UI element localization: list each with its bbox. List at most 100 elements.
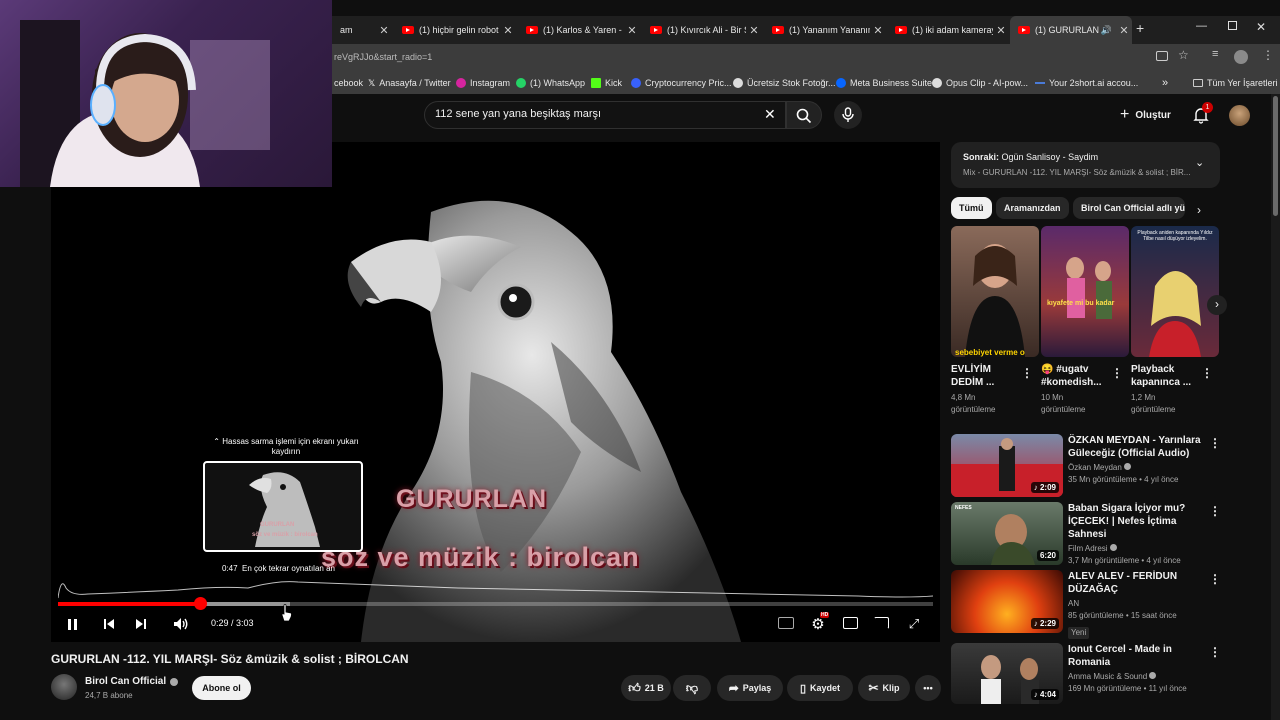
youtube-favicon-icon [526, 26, 538, 34]
close-tab-icon[interactable]: ✕ [624, 24, 640, 37]
video-info[interactable]: ALEV ALEV - FERİDUN DÜZAĞAÇ AN 85 görünt… [1068, 570, 1208, 640]
short-views-label: görüntüleme [1041, 405, 1086, 414]
channel-name-row[interactable]: Birol Can Official [85, 676, 179, 687]
share-button[interactable]: ➦ Paylaş [717, 675, 783, 701]
short-thumbnail[interactable]: kıyafete mi bu kadar [1041, 226, 1129, 357]
chevron-right-icon[interactable]: › [1197, 203, 1201, 217]
video-info[interactable]: Baban Sigara İçiyor mu? İÇECEK! | Nefes … [1068, 502, 1208, 567]
more-vertical-icon[interactable]: ⋮ [1209, 645, 1221, 659]
browser-menu-icon[interactable]: ⋮ [1262, 48, 1274, 62]
volume-button[interactable] [171, 614, 191, 634]
webcam-person-image [20, 20, 270, 187]
profile-avatar[interactable] [1234, 50, 1248, 64]
previous-button[interactable] [99, 614, 119, 634]
browser-tab[interactable]: (1) Karlos & Yaren - Y ✕ [518, 16, 640, 44]
dislike-button[interactable]: 👎︎ [673, 675, 711, 701]
close-tab-icon[interactable]: ✕ [500, 24, 516, 37]
scrubber-handle[interactable] [194, 597, 207, 610]
bookmark-twitter[interactable]: 𝕏 Anasayfa / Twitter [368, 72, 451, 94]
close-tab-icon[interactable]: ✕ [1116, 24, 1132, 37]
video-thumbnail[interactable]: ♪ 4:04 [951, 643, 1063, 704]
clip-button[interactable]: ✂ Klip [858, 675, 910, 701]
minimize-window-icon[interactable]: — [1196, 20, 1207, 32]
fullscreen-button[interactable]: ⤢ [904, 614, 924, 634]
save-button[interactable]: ▯ Kaydet [787, 675, 853, 701]
short-views: 10 Mn [1041, 393, 1064, 402]
video-thumbnail[interactable]: NEFES 6:20 [951, 502, 1063, 565]
short-thumbnail[interactable]: sebebiyet verme o [951, 226, 1039, 357]
browser-tab[interactable]: (1) Kıvırcık Ali - Bir Se✕ [642, 16, 762, 44]
browser-tab[interactable]: am ✕ [332, 16, 392, 44]
subtitles-button[interactable] [778, 617, 794, 629]
bookmark-meta[interactable]: Meta Business Suite [836, 72, 932, 94]
channel-avatar[interactable] [51, 674, 77, 700]
scrollbar-thumb[interactable] [1273, 96, 1278, 216]
video-player[interactable]: GURURLAN söz ve müzik : birolcan [51, 142, 940, 642]
notifications-button[interactable]: 1 [1192, 102, 1213, 124]
url-field[interactable]: reVgRJJo&start_radio=1 [334, 49, 1144, 67]
chip-channel[interactable]: Birol Can Official adlı yü [1073, 197, 1185, 219]
close-tab-icon[interactable]: ✕ [870, 24, 886, 37]
more-vertical-icon[interactable]: ⋮ [1209, 504, 1221, 518]
close-window-icon[interactable]: ✕ [1256, 20, 1266, 34]
voice-search-button[interactable] [834, 101, 862, 129]
more-vertical-icon[interactable]: ⋮ [1209, 572, 1221, 586]
close-tab-icon[interactable]: ✕ [376, 24, 392, 37]
browser-tab-active[interactable]: (1) GURURLAN - 🔊 ✕ [1010, 16, 1132, 44]
video-title: GURURLAN -112. YIL MARŞI- Söz &müzik & s… [51, 652, 409, 666]
close-tab-icon[interactable]: ✕ [746, 24, 762, 37]
more-vertical-icon[interactable]: ⋮ [1021, 366, 1033, 380]
miniplayer-button[interactable] [843, 617, 858, 629]
up-next-panel[interactable]: Sonraki: Ogün Sanlisoy - Saydim Mix - GU… [951, 142, 1220, 188]
short-thumbnail[interactable]: Playback aniden kapanında Yıldız Tilbe n… [1131, 226, 1219, 357]
duration-badge: ♪ 4:04 [1030, 689, 1059, 700]
preview-overlay-title: GURURLAN [260, 522, 295, 528]
bookmark-crypto[interactable]: Cryptocurrency Pric... [631, 72, 732, 94]
search-button[interactable] [786, 101, 822, 129]
more-vertical-icon[interactable]: ⋮ [1209, 436, 1221, 450]
more-actions-button[interactable]: ••• [915, 675, 941, 701]
browser-tab[interactable]: (1) hiçbir gelin robot ✕ [394, 16, 516, 44]
shorts-next-button[interactable]: › [1207, 295, 1227, 315]
browser-tab[interactable]: (1) iki adam kameray ✕ [887, 16, 1009, 44]
more-vertical-icon[interactable]: ⋮ [1111, 366, 1123, 380]
all-bookmarks-folder[interactable]: Tüm Yer İşaretleri [1193, 72, 1278, 94]
bookmark-star-icon[interactable]: ☆ [1178, 48, 1189, 62]
video-info[interactable]: ÖZKAN MEYDAN - Yarınlara Güleceğiz (Offi… [1068, 434, 1208, 486]
bookmark-stock-photo[interactable]: Ücretsiz Stok Fotoğr... [733, 72, 836, 94]
like-button[interactable]: 👍︎ 21 B [621, 675, 671, 701]
video-info[interactable]: Ionut Cercel - Made in Romania Amma Musi… [1068, 643, 1208, 695]
create-button[interactable]: + Oluştur [1120, 104, 1171, 126]
page-scrollbar[interactable] [1271, 94, 1280, 720]
bookmark-kick[interactable]: Kick [591, 72, 622, 94]
cast-button[interactable] [874, 617, 889, 629]
media-control-icon[interactable]: ≡ [1212, 48, 1218, 60]
new-tab-button[interactable]: + [1136, 20, 1150, 40]
next-button[interactable] [131, 614, 151, 634]
bookmark-whatsapp[interactable]: (1) WhatsApp [516, 72, 585, 94]
audio-playing-icon[interactable]: 🔊 [1101, 25, 1112, 36]
install-app-icon[interactable] [1156, 51, 1168, 61]
folder-icon [1193, 79, 1203, 87]
more-vertical-icon[interactable]: ⋮ [1201, 366, 1213, 380]
close-tab-icon[interactable]: ✕ [993, 24, 1009, 37]
bookmark-instagram[interactable]: Instagram [456, 72, 510, 94]
bookmark-opus[interactable]: Opus Clip - AI-pow... [932, 72, 1028, 94]
bookmark-2short[interactable]: Your 2short.ai accou... [1035, 72, 1138, 94]
video-thumbnail[interactable]: ♪ 2:29 [951, 570, 1063, 633]
chevron-down-icon[interactable]: ⌄ [1195, 156, 1204, 169]
video-list-title: Baban Sigara İçiyor mu? İÇECEK! | Nefes … [1068, 503, 1186, 540]
video-list-channel: Özkan Meydan [1068, 462, 1208, 474]
chip-from-search[interactable]: Aramanızdan [996, 197, 1069, 219]
search-input[interactable]: 112 sene yan yana beşiktaş marşı [424, 101, 786, 129]
clear-search-icon[interactable]: ✕ [764, 106, 776, 123]
more-bookmarks-icon[interactable]: » [1162, 72, 1168, 94]
pause-button[interactable] [62, 614, 82, 634]
account-avatar[interactable] [1229, 105, 1250, 126]
chip-all[interactable]: Tümü [951, 197, 992, 219]
video-thumbnail[interactable]: ♪ 2:09 [951, 434, 1063, 497]
subscribe-button[interactable]: Abone ol [192, 676, 251, 700]
restore-window-icon[interactable] [1228, 21, 1237, 30]
bookmark-facebook[interactable]: cebook [334, 72, 363, 94]
browser-tab[interactable]: (1) Yananım Yananım ✕ [764, 16, 886, 44]
